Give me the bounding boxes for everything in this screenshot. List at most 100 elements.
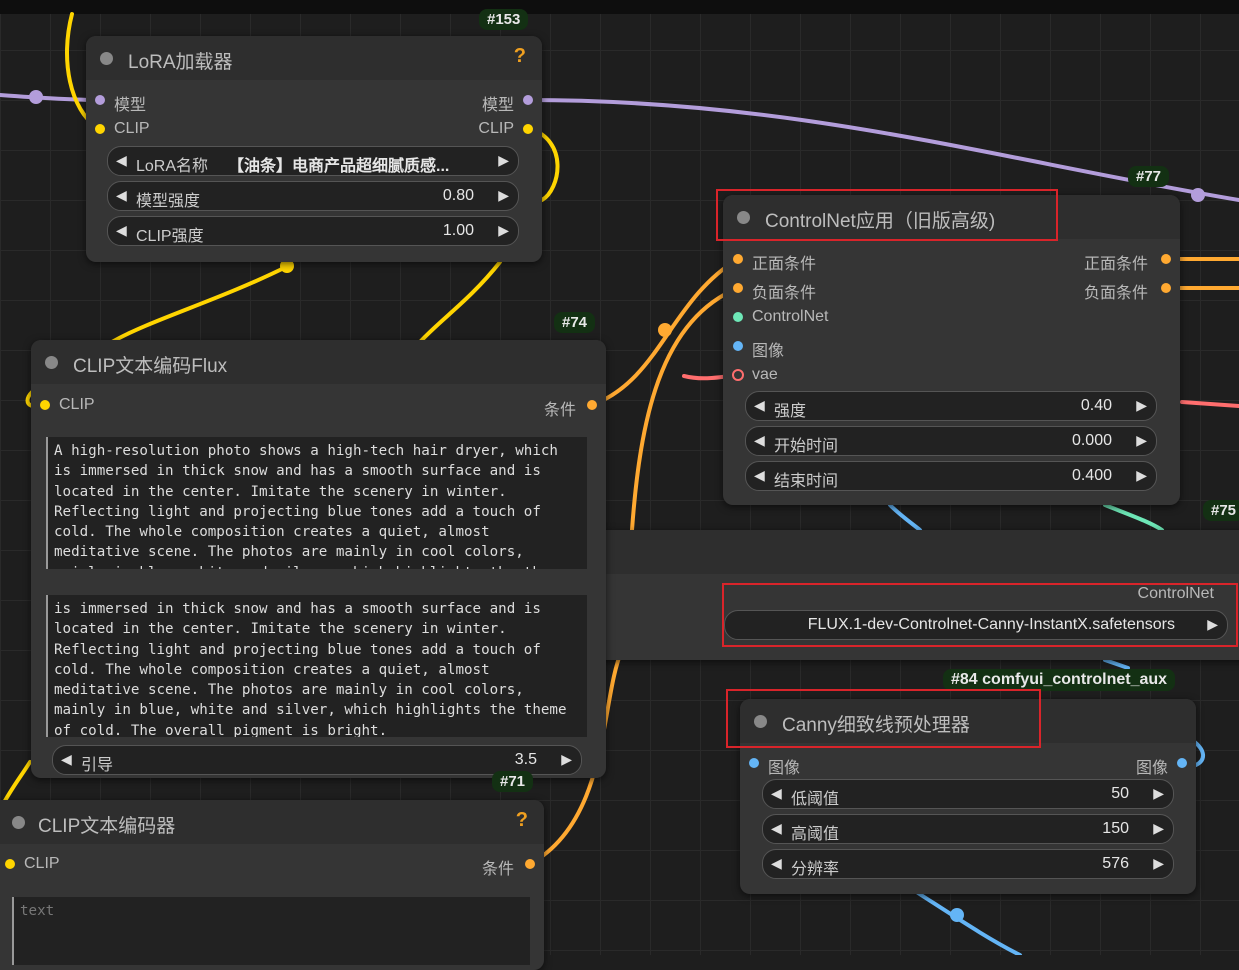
node-id-badge: #77	[1128, 166, 1170, 187]
top-bar	[0, 0, 1239, 14]
model-strength-widget[interactable]: ◀ 模型强度 0.80 ▶	[107, 181, 519, 211]
decrement-arrow-icon[interactable]: ◀	[771, 820, 782, 837]
help-icon[interactable]: ?	[514, 45, 526, 68]
node-id-badge: #75	[1203, 500, 1239, 521]
model-input-socket[interactable]	[95, 95, 105, 105]
widget-value: 【油条】电商产品超细腻质感...	[228, 158, 450, 175]
conditioning-output-socket[interactable]	[587, 400, 597, 410]
decrement-arrow-icon[interactable]: ◀	[754, 432, 765, 449]
clip-input-socket[interactable]	[5, 859, 15, 869]
positive-input-socket[interactable]	[733, 254, 743, 264]
decrement-arrow-icon[interactable]: ◀	[116, 222, 127, 239]
clip-text-encoder-node[interactable]: CLIP文本编码器 ? CLIP 条件 text	[0, 800, 544, 970]
image-input-socket[interactable]	[749, 758, 759, 768]
resolution-widget[interactable]: ◀ 分辨率 576 ▶	[762, 849, 1174, 879]
node-header[interactable]	[590, 530, 1239, 574]
widget-label: 强度	[774, 403, 807, 420]
widget-value: 576	[1102, 855, 1129, 872]
clip-text-encode-flux-node[interactable]: CLIP文本编码Flux CLIP 条件 A high-resolution p…	[31, 340, 606, 778]
controlnet-input-socket[interactable]	[733, 312, 743, 322]
strength-widget[interactable]: ◀ 强度 0.40 ▶	[745, 391, 1157, 421]
increment-arrow-icon[interactable]: ▶	[498, 152, 509, 169]
vae-input-socket[interactable]	[732, 369, 744, 381]
increment-arrow-icon[interactable]: ▶	[498, 187, 509, 204]
decrement-arrow-icon[interactable]: ◀	[754, 467, 765, 484]
conditioning-output-label: 条件	[481, 861, 514, 878]
widget-label: 分辨率	[791, 861, 840, 878]
image-output-socket[interactable]	[1177, 758, 1187, 768]
positive-output-label: 正面条件	[1083, 256, 1148, 273]
widget-label: 结束时间	[774, 473, 839, 490]
conditioning-output-label: 条件	[543, 402, 576, 419]
negative-input-socket[interactable]	[733, 283, 743, 293]
clip-input-label: CLIP	[59, 396, 95, 413]
widget-value: 0.400	[1071, 467, 1112, 484]
increment-arrow-icon[interactable]: ▶	[498, 222, 509, 239]
increment-arrow-icon[interactable]: ▶	[1153, 855, 1164, 872]
widget-value: 0.80	[442, 187, 474, 204]
node-title: CLIP文本编码器	[38, 816, 176, 837]
decrement-arrow-icon[interactable]: ◀	[754, 397, 765, 414]
image-input-label: 图像	[768, 760, 801, 777]
controlnet-apply-node[interactable]: ControlNet应用（旧版高级) 正面条件 正面条件 负面条件 负面条件 C…	[723, 195, 1180, 505]
highlight-box	[726, 689, 1041, 748]
increment-arrow-icon[interactable]: ▶	[1136, 467, 1147, 484]
lora-loader-node[interactable]: LoRA加载器 ? 模型 模型 CLIP CLIP ◀ LoRA名称 【油条】电…	[86, 36, 542, 262]
t5xxl-prompt-textarea[interactable]: is immersed in thick snow and has a smoo…	[46, 595, 587, 737]
help-icon[interactable]: ?	[516, 809, 528, 832]
start-time-widget[interactable]: ◀ 开始时间 0.000 ▶	[745, 426, 1157, 456]
decrement-arrow-icon[interactable]: ◀	[771, 785, 782, 802]
negative-output-socket[interactable]	[1161, 283, 1171, 293]
model-output-socket[interactable]	[523, 95, 533, 105]
end-time-widget[interactable]: ◀ 结束时间 0.400 ▶	[745, 461, 1157, 491]
clip-input-socket[interactable]	[95, 124, 105, 134]
clip-input-label: CLIP	[24, 855, 60, 872]
model-output-label: 模型	[481, 97, 514, 114]
image-input-label: 图像	[752, 343, 785, 360]
clip-input-label: CLIP	[114, 120, 150, 137]
clip-output-label: CLIP	[478, 120, 514, 137]
conditioning-output-socket[interactable]	[525, 859, 535, 869]
increment-arrow-icon[interactable]: ▶	[1136, 397, 1147, 414]
image-output-label: 图像	[1135, 760, 1168, 777]
widget-label: 低阈值	[791, 791, 840, 808]
decrement-arrow-icon[interactable]: ◀	[771, 855, 782, 872]
node-id-badge: #84 comfyui_controlnet_aux	[943, 669, 1176, 691]
clip-l-prompt-textarea[interactable]: A high-resolution photo shows a high-tec…	[46, 437, 587, 569]
node-header[interactable]: CLIP文本编码Flux	[31, 340, 606, 384]
node-header[interactable]: LoRA加载器 ?	[86, 36, 542, 80]
negative-output-label: 负面条件	[1083, 285, 1148, 302]
positive-output-socket[interactable]	[1161, 254, 1171, 264]
clip-input-socket[interactable]	[40, 400, 50, 410]
negative-input-label: 负面条件	[752, 285, 817, 302]
node-title: CLIP文本编码Flux	[73, 356, 228, 377]
node-header[interactable]: CLIP文本编码器 ?	[0, 800, 544, 844]
widget-label: 引导	[81, 757, 114, 774]
high-threshold-widget[interactable]: ◀ 高阈值 150 ▶	[762, 814, 1174, 844]
clip-strength-widget[interactable]: ◀ CLIP强度 1.00 ▶	[107, 216, 519, 246]
widget-value: 0.000	[1071, 432, 1112, 449]
increment-arrow-icon[interactable]: ▶	[561, 751, 572, 768]
lora-name-widget[interactable]: ◀ LoRA名称 【油条】电商产品超细腻质感... ▶	[107, 146, 519, 176]
collapse-dot-icon[interactable]	[12, 816, 25, 829]
widget-value: 3.5	[514, 751, 537, 768]
decrement-arrow-icon[interactable]: ◀	[61, 751, 72, 768]
increment-arrow-icon[interactable]: ▶	[1153, 785, 1164, 802]
image-input-socket[interactable]	[733, 341, 743, 351]
collapse-dot-icon[interactable]	[45, 356, 58, 369]
collapse-dot-icon[interactable]	[100, 52, 113, 65]
model-input-label: 模型	[114, 97, 147, 114]
increment-arrow-icon[interactable]: ▶	[1136, 432, 1147, 449]
clip-output-socket[interactable]	[523, 124, 533, 134]
widget-value: 0.40	[1080, 397, 1112, 414]
increment-arrow-icon[interactable]: ▶	[1153, 820, 1164, 837]
widget-label: 高阈值	[791, 826, 840, 843]
decrement-arrow-icon[interactable]: ◀	[116, 152, 127, 169]
decrement-arrow-icon[interactable]: ◀	[116, 187, 127, 204]
widget-label: 开始时间	[774, 438, 839, 455]
low-threshold-widget[interactable]: ◀ 低阈值 50 ▶	[762, 779, 1174, 809]
widget-label: LoRA名称	[136, 158, 209, 175]
node-id-badge: #153	[479, 9, 529, 30]
widget-value: 1.00	[442, 222, 474, 239]
widget-label: 模型强度	[136, 193, 201, 210]
